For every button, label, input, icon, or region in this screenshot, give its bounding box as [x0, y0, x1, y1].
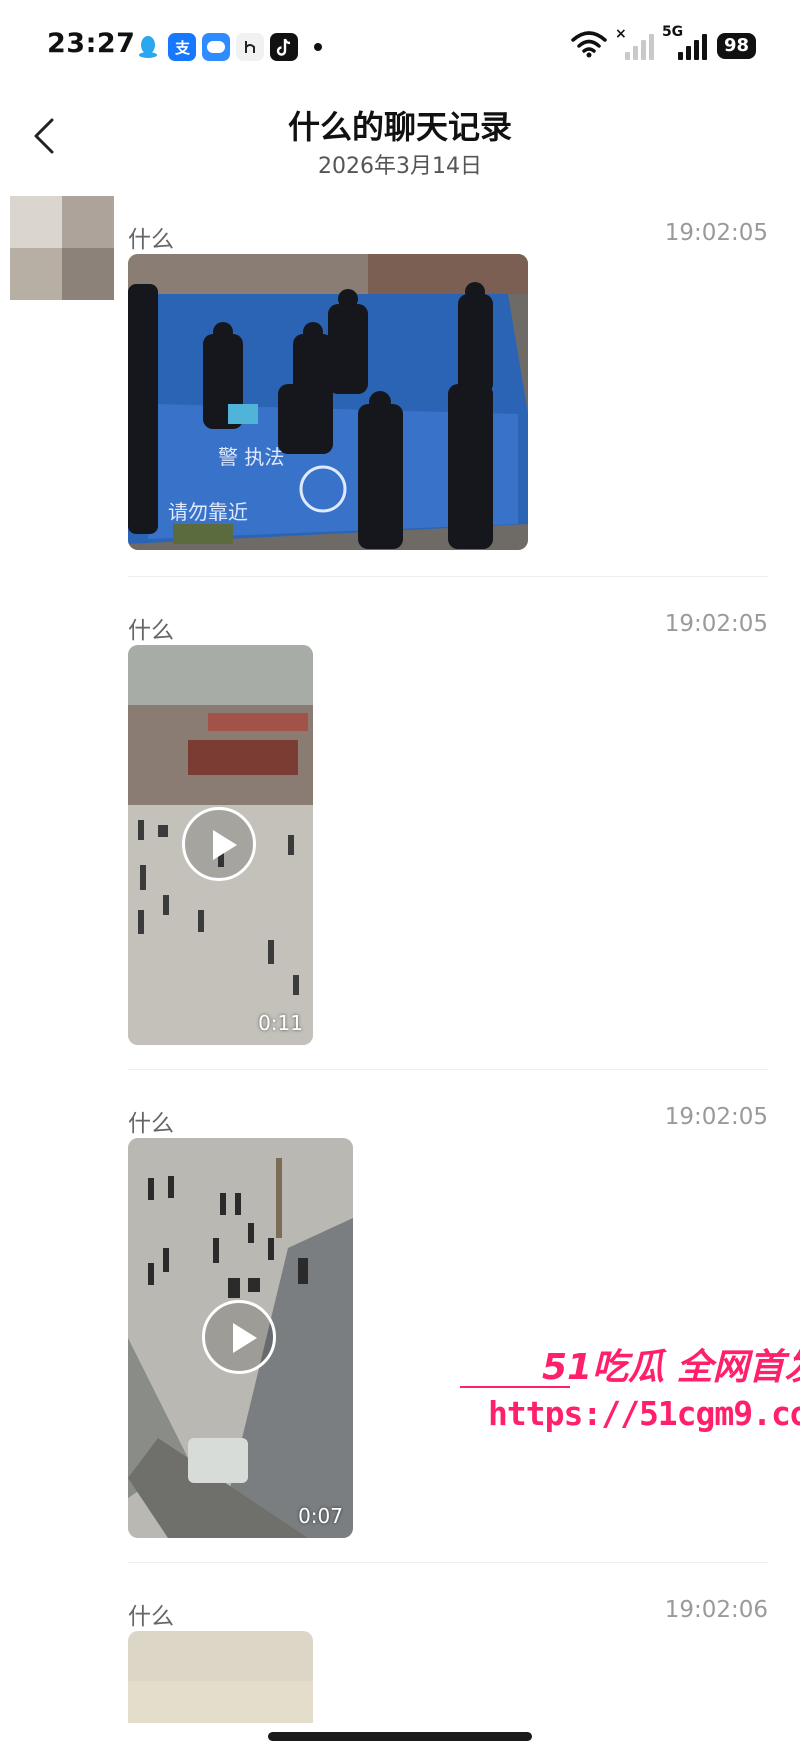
sender-name: 什么: [128, 618, 174, 644]
message-item: 什么 19:02:05 0:11: [128, 611, 768, 1045]
message-divider: [128, 1069, 768, 1070]
chat-header: 什么的聊天记录 2026年3月14日: [0, 90, 800, 180]
signal-bars-icon: [624, 32, 654, 60]
tiktok-icon: [270, 33, 298, 61]
play-icon[interactable]: [202, 1300, 276, 1374]
svg-text:警 执法: 警 执法: [218, 445, 284, 469]
message-item: 什么 19:02:06: [128, 1597, 768, 1723]
image-attachment[interactable]: [128, 1631, 313, 1723]
qq-icon: [134, 33, 162, 61]
watermark: 51吃瓜 全网首发 https://51cgm9.com: [460, 1338, 800, 1438]
chat-history-screen: 23:27 支 × 5G 98 什么的聊天记录 2026年3月14日 什么 19…: [0, 0, 800, 1759]
message-time: 19:02:06: [664, 1597, 768, 1623]
signal-sim1: ×: [615, 26, 654, 60]
message-time: 19:02:05: [664, 220, 768, 246]
wifi-icon: [571, 30, 607, 62]
status-bar: 23:27 支 × 5G 98: [0, 0, 800, 90]
system-icons: × 5G 98: [571, 24, 756, 62]
signal-sim1-status: ×: [614, 26, 627, 42]
message-divider: [128, 1562, 768, 1563]
network-type-label: 5G: [661, 24, 684, 40]
video-duration: 0:07: [298, 1504, 343, 1528]
video-duration: 0:11: [258, 1011, 303, 1035]
message-item: 什么 19:02:05 警 执法 请勿靠近: [128, 220, 768, 550]
watermark-slogan: 51吃瓜 全网首发: [542, 1347, 800, 1388]
message-divider: [128, 576, 768, 577]
watermark-url: https://51cgm9.com: [488, 1394, 800, 1433]
status-time: 23:27: [47, 28, 136, 59]
message-time: 19:02:05: [664, 611, 768, 637]
message-item: 什么 19:02:05 0:07: [128, 1104, 768, 1538]
signal-sim2: 5G: [662, 24, 707, 60]
page-subtitle-date: 2026年3月14日: [318, 154, 482, 179]
video-attachment[interactable]: 0:07: [128, 1138, 353, 1538]
watermark-divider: [460, 1386, 570, 1388]
sender-name: 什么: [128, 1111, 174, 1137]
page-title: 什么的聊天记录: [287, 108, 512, 146]
svg-text:支: 支: [174, 39, 191, 57]
battery-indicator: 98: [716, 33, 756, 59]
more-notifications-dot: [314, 43, 322, 51]
svg-text:请勿靠近: 请勿靠近: [168, 500, 248, 524]
sender-name: 什么: [128, 227, 174, 253]
app-icon: [236, 33, 264, 61]
home-indicator[interactable]: [268, 1732, 532, 1741]
alipay-icon: 支: [168, 33, 196, 61]
image-attachment[interactable]: 警 执法 请勿靠近: [128, 254, 528, 550]
video-attachment[interactable]: 0:11: [128, 645, 313, 1045]
message-time: 19:02:05: [664, 1104, 768, 1130]
play-icon[interactable]: [182, 807, 256, 881]
blue-app-icon: [202, 33, 230, 61]
notification-icons: 支: [134, 30, 322, 64]
sender-name: 什么: [128, 1604, 174, 1630]
avatar[interactable]: [10, 196, 114, 300]
